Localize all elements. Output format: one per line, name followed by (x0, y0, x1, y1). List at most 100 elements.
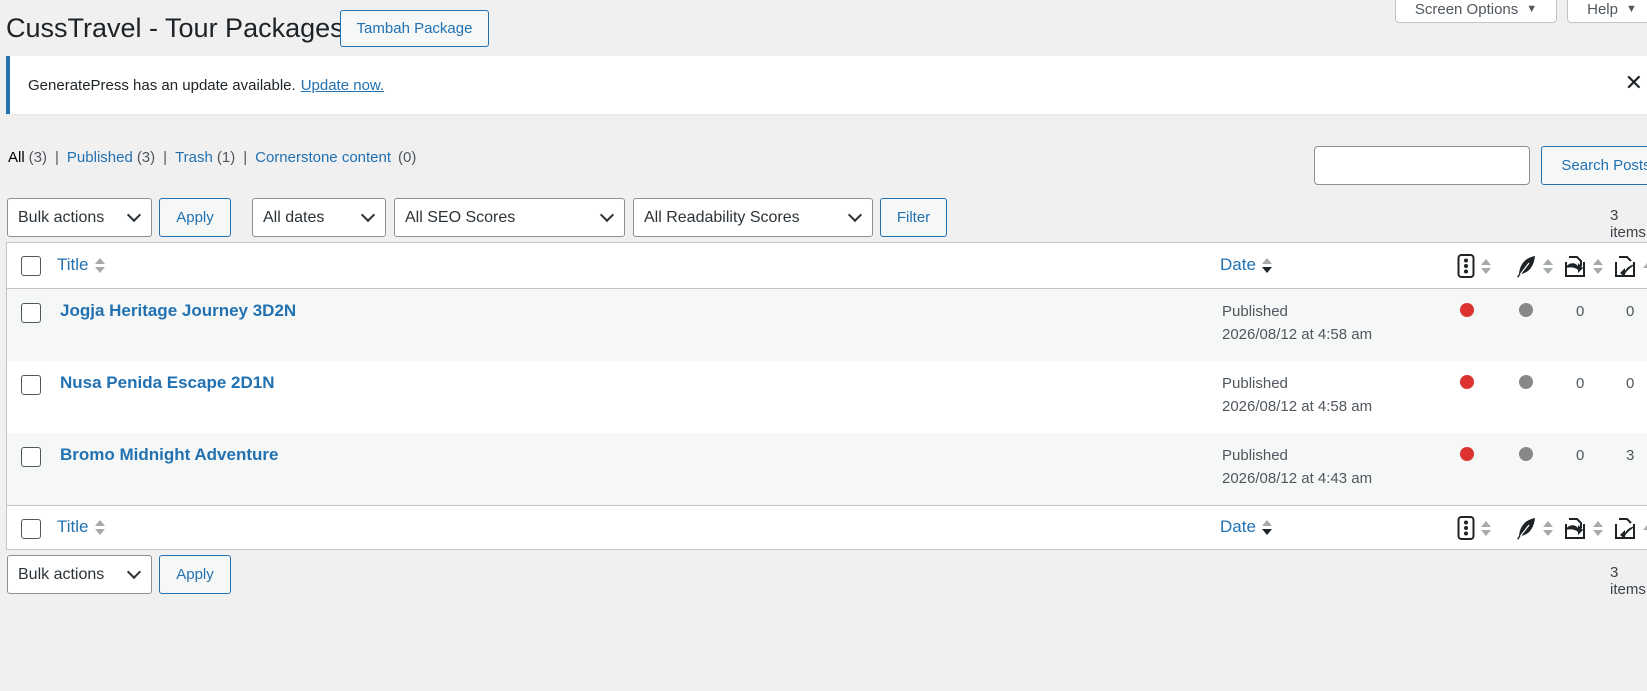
seo-score-bad-icon (1460, 375, 1474, 389)
table-row: Bromo Midnight Adventure Published 2026/… (7, 433, 1647, 505)
traffic-light-icon (1457, 516, 1475, 540)
search-input[interactable] (1314, 146, 1530, 185)
dates-select[interactable]: All dates (252, 198, 386, 237)
post-title-link[interactable]: Bromo Midnight Adventure (60, 445, 278, 465)
sort-icon (1643, 523, 1647, 533)
incoming-links-icon (1615, 256, 1635, 277)
view-filters: All (3) | Published (3) | Trash (1) | Co… (8, 149, 416, 166)
title-column-label: Title (57, 255, 89, 274)
incoming-links-count: 0 (1626, 303, 1635, 320)
title-column-header[interactable]: Title (57, 255, 105, 275)
seo-score-bad-icon (1460, 447, 1474, 461)
add-package-button[interactable]: Tambah Package (340, 10, 489, 47)
seo-score-column-header[interactable] (1457, 254, 1491, 278)
help-tab[interactable]: Help ▼ (1567, 0, 1647, 23)
select-all-checkbox[interactable] (21, 256, 41, 276)
incoming-links-column-header[interactable] (1613, 254, 1647, 278)
dates-value: All dates (263, 208, 325, 226)
caret-down-icon: ▼ (1625, 3, 1637, 15)
separator: | (55, 149, 59, 166)
sort-icon (1481, 258, 1491, 274)
update-notice: GeneratePress has an update available. U… (6, 56, 1647, 114)
view-cornerstone-link[interactable]: Cornerstone content (255, 149, 391, 166)
title-column-footer[interactable]: Title (57, 517, 105, 537)
sort-icon (94, 257, 105, 273)
feather-icon (1517, 256, 1535, 278)
sort-icon (1643, 261, 1647, 271)
date-column-footer[interactable]: Date (1220, 517, 1272, 537)
readability-score-na-icon (1519, 303, 1533, 317)
post-status: Published (1222, 375, 1288, 392)
view-all-link[interactable]: All (8, 149, 25, 166)
view-all-count: (3) (28, 149, 48, 166)
readability-score-na-icon (1519, 375, 1533, 389)
row-checkbox[interactable] (21, 447, 41, 467)
view-trash-link[interactable]: Trash (175, 149, 213, 166)
post-status: Published (1222, 303, 1288, 320)
items-count-bottom: 3 items (1610, 564, 1646, 598)
bulk-actions-select[interactable]: Bulk actions (7, 198, 152, 237)
apply-button-bottom[interactable]: Apply (159, 555, 231, 594)
readability-column-footer[interactable] (1515, 516, 1553, 540)
post-date: 2026/08/12 at 4:58 am (1222, 398, 1373, 415)
sort-icon (1543, 520, 1553, 536)
readability-scores-select[interactable]: All Readability Scores (633, 198, 873, 237)
row-checkbox[interactable] (21, 303, 41, 323)
separator: | (243, 149, 248, 166)
page-title: CussTravel - Tour Packages (6, 13, 344, 43)
sort-icon (94, 519, 105, 535)
seo-score-bad-icon (1460, 303, 1474, 317)
chevron-down-icon (126, 564, 142, 580)
chevron-down-icon (360, 207, 376, 223)
sort-icon (1593, 520, 1603, 536)
readability-column-header[interactable] (1515, 254, 1553, 278)
traffic-light-icon (1457, 254, 1475, 278)
seo-score-column-footer[interactable] (1457, 516, 1491, 540)
incoming-links-count: 3 (1626, 447, 1635, 464)
screen-options-tab[interactable]: Screen Options ▼ (1395, 0, 1557, 23)
help-label: Help (1587, 0, 1618, 18)
incoming-links-column-footer[interactable] (1613, 516, 1647, 540)
table-row: Nusa Penida Escape 2D1N Published 2026/0… (7, 361, 1647, 433)
bulk-actions-value: Bulk actions (18, 208, 105, 226)
date-column-header[interactable]: Date (1220, 255, 1272, 275)
outgoing-links-icon (1565, 518, 1585, 539)
post-date: 2026/08/12 at 4:43 am (1222, 470, 1373, 487)
search-posts-button[interactable]: Search Posts (1541, 146, 1647, 185)
outgoing-links-column-footer[interactable] (1563, 516, 1603, 540)
posts-table: Title Date Jogja Heritage Journey 3D2N P… (6, 242, 1647, 550)
outgoing-links-count: 0 (1576, 375, 1585, 392)
table-footer: Title Date (7, 505, 1647, 549)
bulk-actions-select-bottom[interactable]: Bulk actions (7, 555, 152, 594)
seo-scores-value: All SEO Scores (405, 208, 516, 226)
close-icon[interactable]: ✕ (1625, 71, 1643, 95)
feather-icon (1517, 518, 1535, 540)
view-published-count: (3) (136, 149, 156, 166)
post-title-link[interactable]: Nusa Penida Escape 2D1N (60, 373, 274, 393)
post-title-link[interactable]: Jogja Heritage Journey 3D2N (60, 301, 296, 321)
sort-icon (1481, 520, 1491, 536)
screen-options-label: Screen Options (1414, 0, 1519, 18)
view-published-link[interactable]: Published (67, 149, 133, 166)
sort-icon (1543, 258, 1553, 274)
row-checkbox[interactable] (21, 375, 41, 395)
seo-scores-select[interactable]: All SEO Scores (394, 198, 625, 237)
select-all-checkbox[interactable] (21, 519, 41, 539)
sort-desc-icon (1261, 519, 1272, 535)
table-row: Jogja Heritage Journey 3D2N Published 20… (7, 289, 1647, 361)
chevron-down-icon (847, 207, 863, 223)
title-column-label: Title (57, 517, 89, 536)
sort-desc-icon (1261, 257, 1272, 273)
view-cornerstone-count: (0) (398, 149, 417, 166)
outgoing-links-column-header[interactable] (1563, 254, 1603, 278)
separator: | (163, 149, 168, 166)
chevron-down-icon (126, 207, 142, 223)
update-now-link[interactable]: Update now. (301, 77, 384, 94)
apply-button[interactable]: Apply (159, 198, 231, 237)
filter-button[interactable]: Filter (880, 198, 947, 237)
items-count: 3 items (1610, 207, 1646, 241)
date-column-label: Date (1220, 255, 1256, 274)
incoming-links-icon (1615, 518, 1635, 539)
sort-icon (1593, 258, 1603, 274)
view-trash-count: (1) (216, 149, 236, 166)
